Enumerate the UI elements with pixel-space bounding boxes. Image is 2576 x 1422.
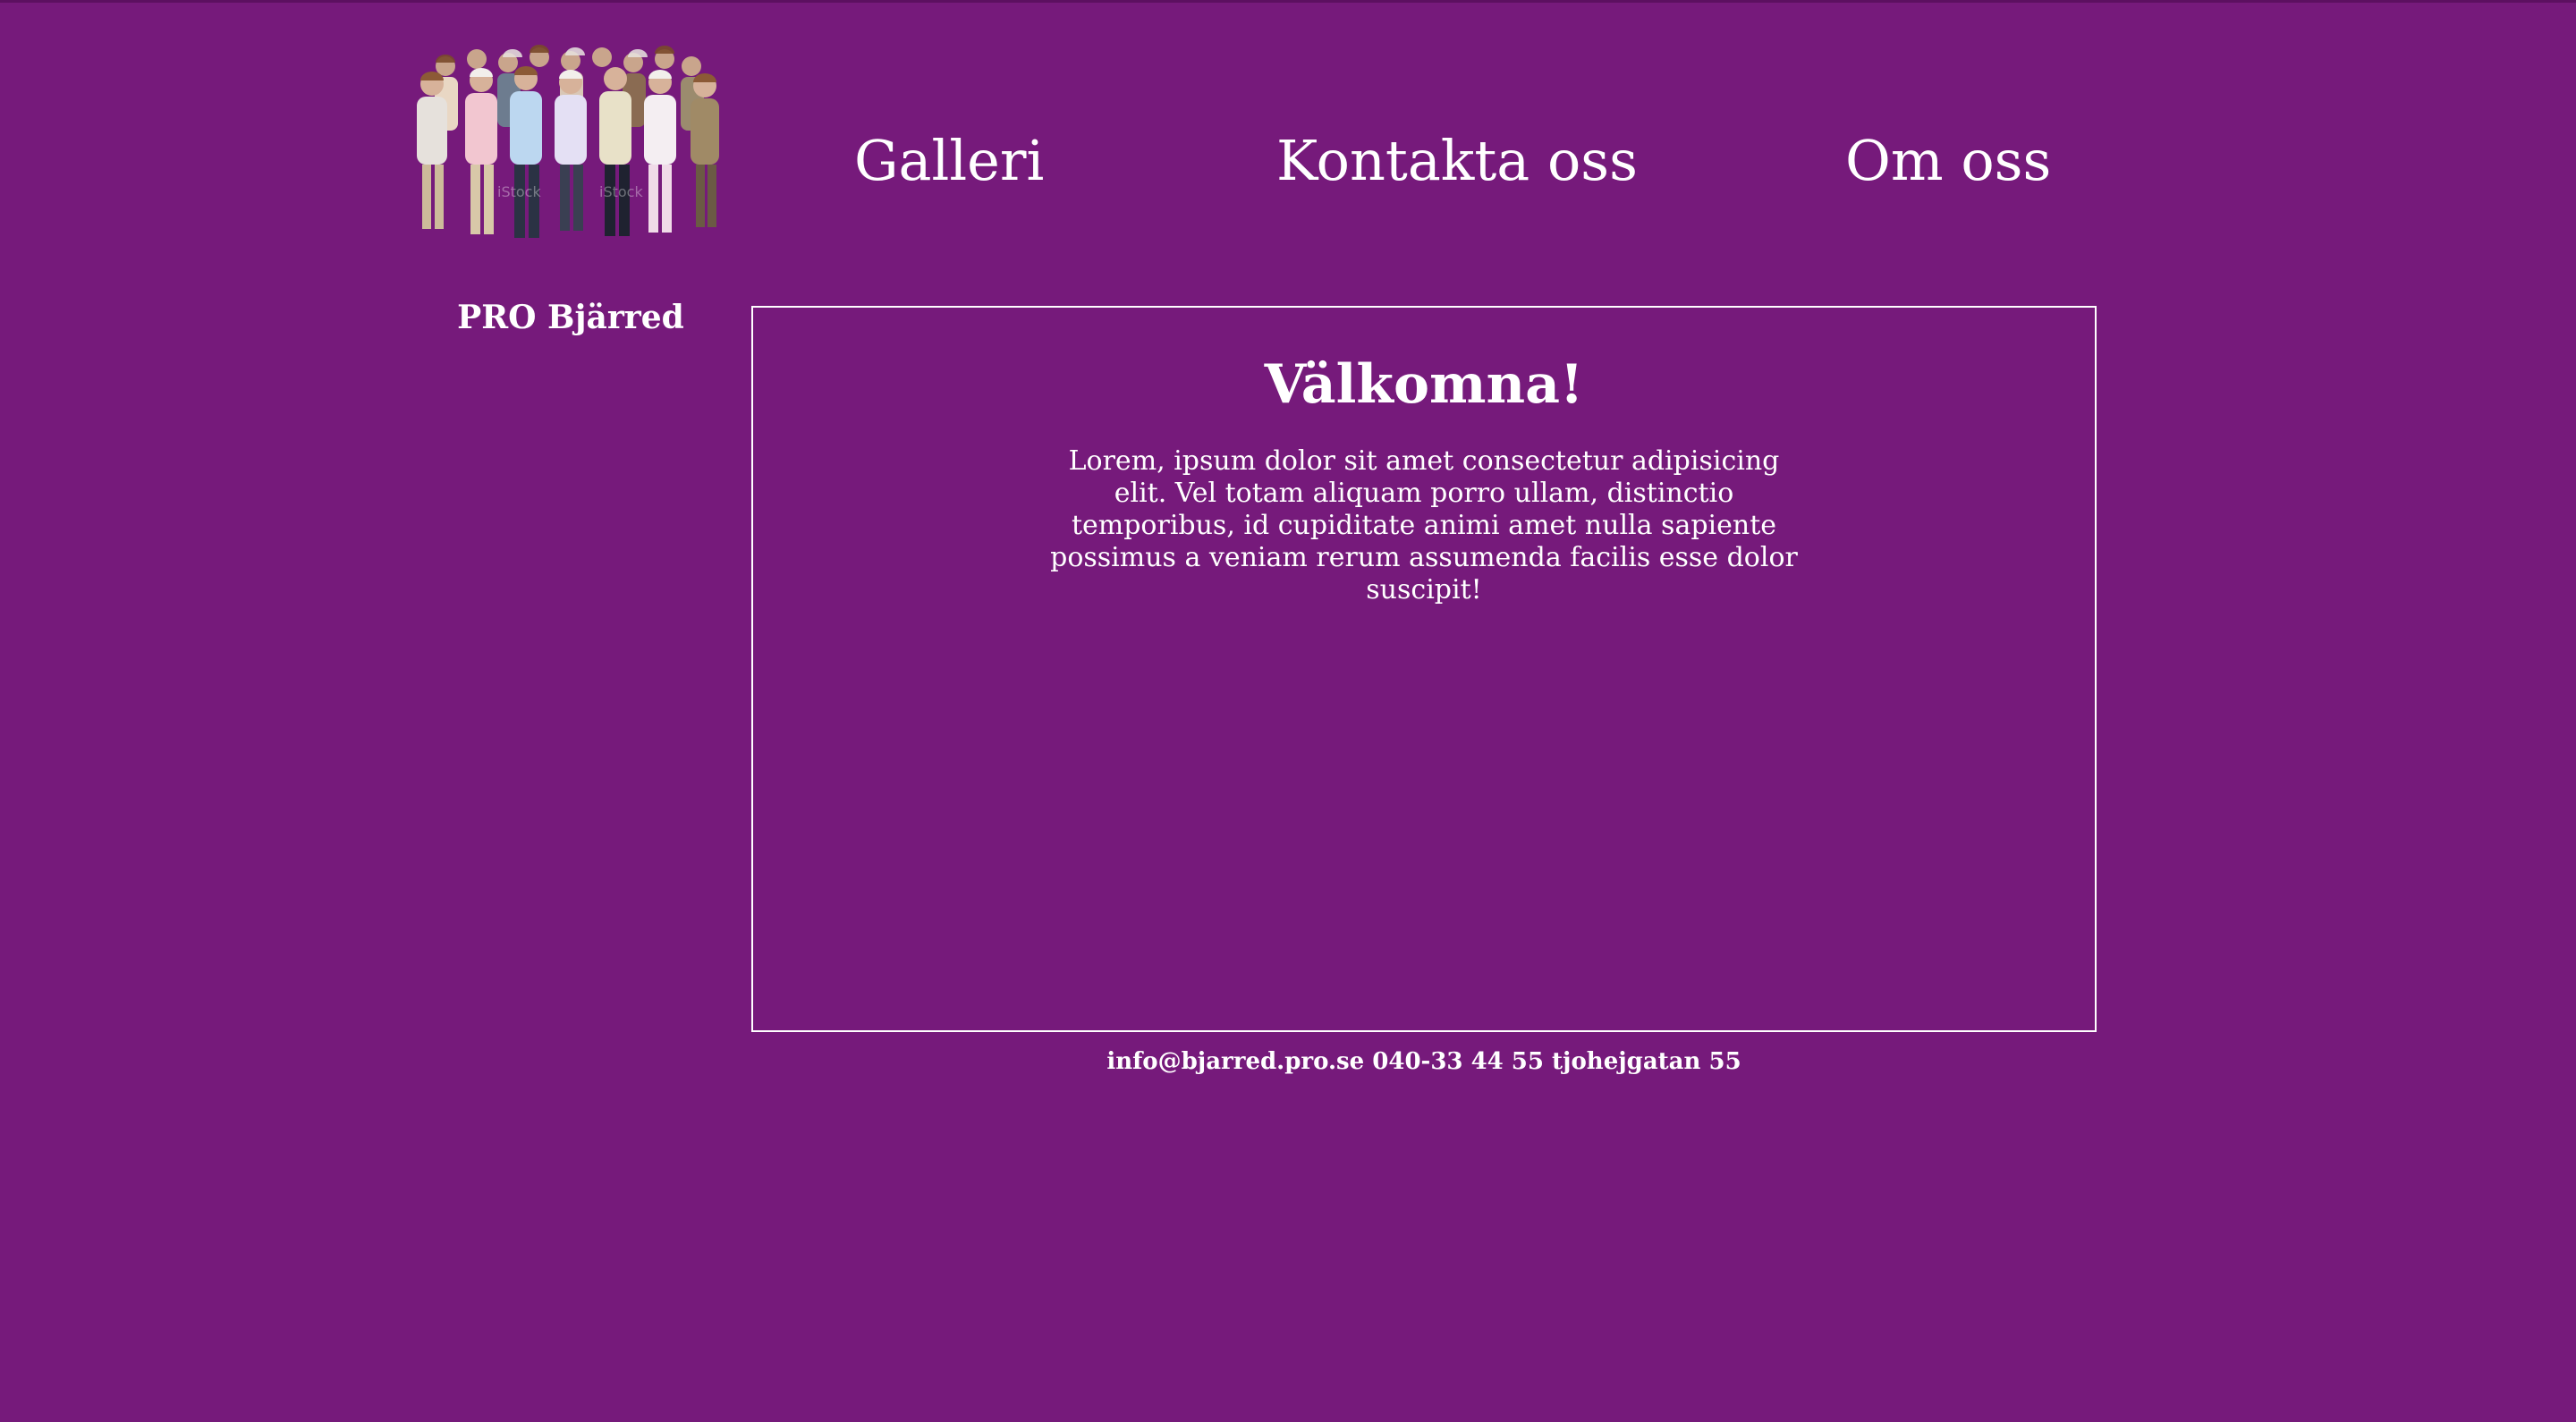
nav-link-om-oss[interactable]: Om oss [1845,125,2051,197]
site-title: PRO Bjärred [457,299,684,336]
welcome-heading: Välkomna! [1264,353,1584,416]
nav-link-galleri[interactable]: Galleri [854,125,1044,197]
site-logo[interactable]: iStock iStock PRO Bjärred [392,39,750,336]
contact-footer: info@bjarred.pro.se 040-33 44 55 tjohejg… [1106,1048,1741,1075]
nav-link-kontakta-oss[interactable]: Kontakta oss [1276,125,1638,197]
welcome-section: Välkomna! Lorem, ipsum dolor sit amet co… [751,306,2097,1032]
welcome-text: Lorem, ipsum dolor sit amet consectetur … [1050,445,1798,605]
svg-text:iStock: iStock [599,183,643,200]
svg-text:iStock: iStock [497,183,541,200]
group-photo-image: iStock iStock [392,39,750,250]
